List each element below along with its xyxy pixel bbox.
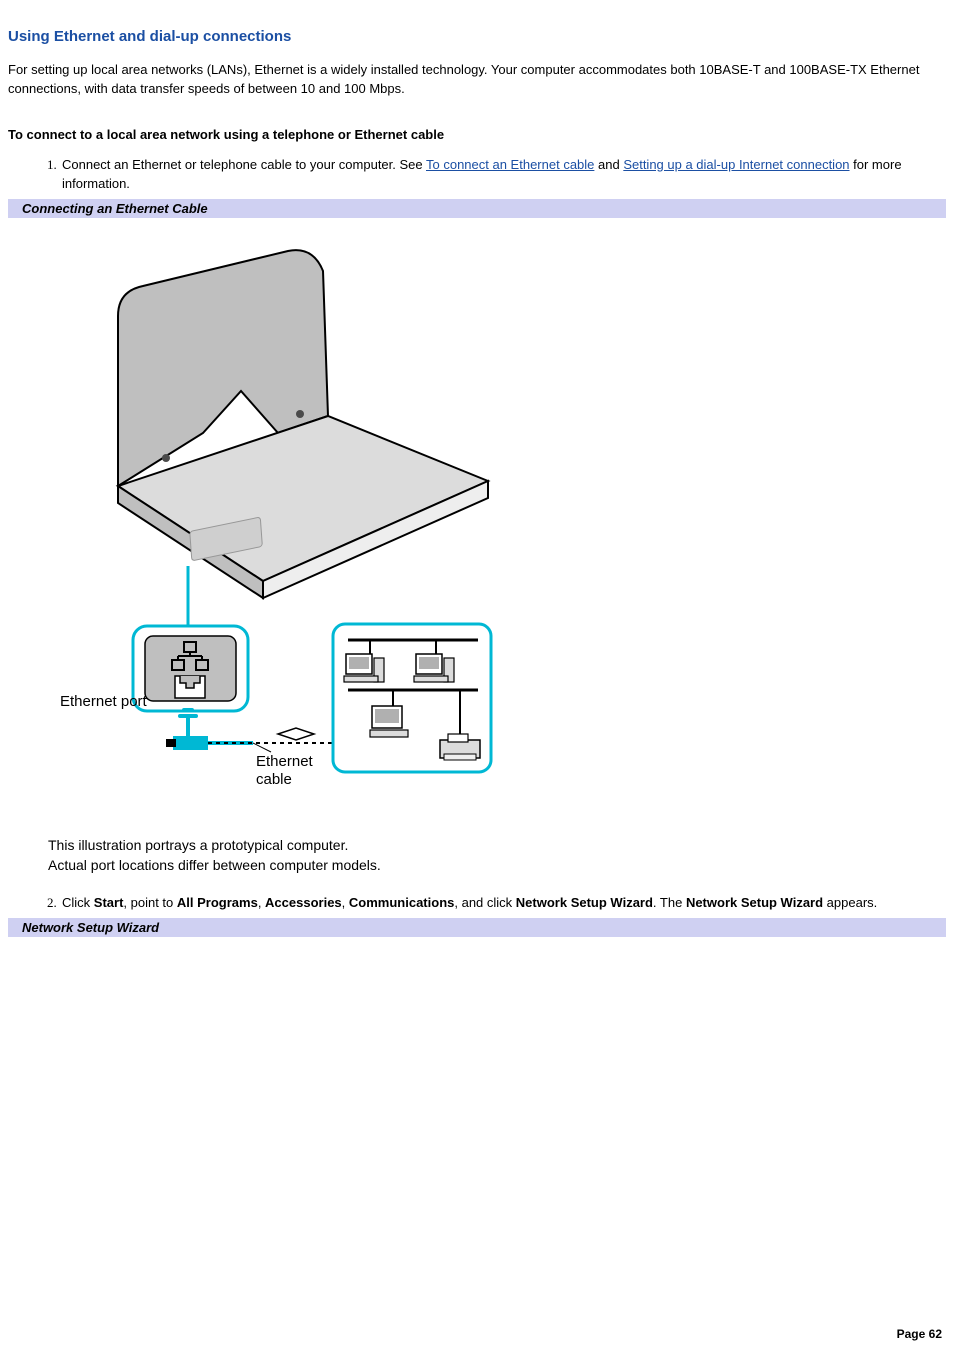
step-1: Connect an Ethernet or telephone cable t… (60, 156, 946, 194)
s2-b2: All Programs (177, 895, 258, 910)
ethernet-diagram-svg: Ethernet port Ethernet cable (48, 236, 503, 806)
section-bar-wizard: Network Setup Wizard (8, 918, 946, 937)
page-title: Using Ethernet and dial-up connections (8, 28, 946, 45)
figure-ethernet: Ethernet port Ethernet cable (8, 218, 946, 830)
subheading: To connect to a local area network using… (8, 127, 946, 142)
label-ethernet-port: Ethernet port (60, 693, 148, 710)
link-dialup-setup[interactable]: Setting up a dial-up Internet connection (623, 157, 849, 172)
s2-t4: , (342, 895, 349, 910)
s2-t2: , point to (123, 895, 176, 910)
s2-b6: Network Setup Wizard (686, 895, 823, 910)
link-connect-ethernet[interactable]: To connect an Ethernet cable (426, 157, 594, 172)
label-ethernet-cable-1: Ethernet (256, 753, 314, 770)
s2-b1: Start (94, 895, 124, 910)
step-1-text-pre: Connect an Ethernet or telephone cable t… (62, 157, 426, 172)
step-2: Click Start, point to All Programs, Acce… (60, 894, 946, 913)
s2-b5: Network Setup Wizard (516, 895, 653, 910)
s2-b3: Accessories (265, 895, 342, 910)
figure-caption: This illustration portrays a prototypica… (8, 830, 946, 893)
caption-line-2: Actual port locations differ between com… (48, 857, 381, 873)
intro-paragraph: For setting up local area networks (LANs… (8, 61, 946, 99)
s2-t6: . The (653, 895, 686, 910)
s2-b4: Communications (349, 895, 454, 910)
s2-t5: , and click (454, 895, 515, 910)
label-ethernet-cable-2: cable (256, 771, 292, 788)
s2-t3: , (258, 895, 265, 910)
s2-t7: appears. (823, 895, 877, 910)
section-bar-ethernet: Connecting an Ethernet Cable (8, 199, 946, 218)
s2-t1: Click (62, 895, 94, 910)
step-1-text-mid: and (594, 157, 623, 172)
caption-line-1: This illustration portrays a prototypica… (48, 837, 348, 853)
page-number: Page 62 (897, 1327, 942, 1341)
